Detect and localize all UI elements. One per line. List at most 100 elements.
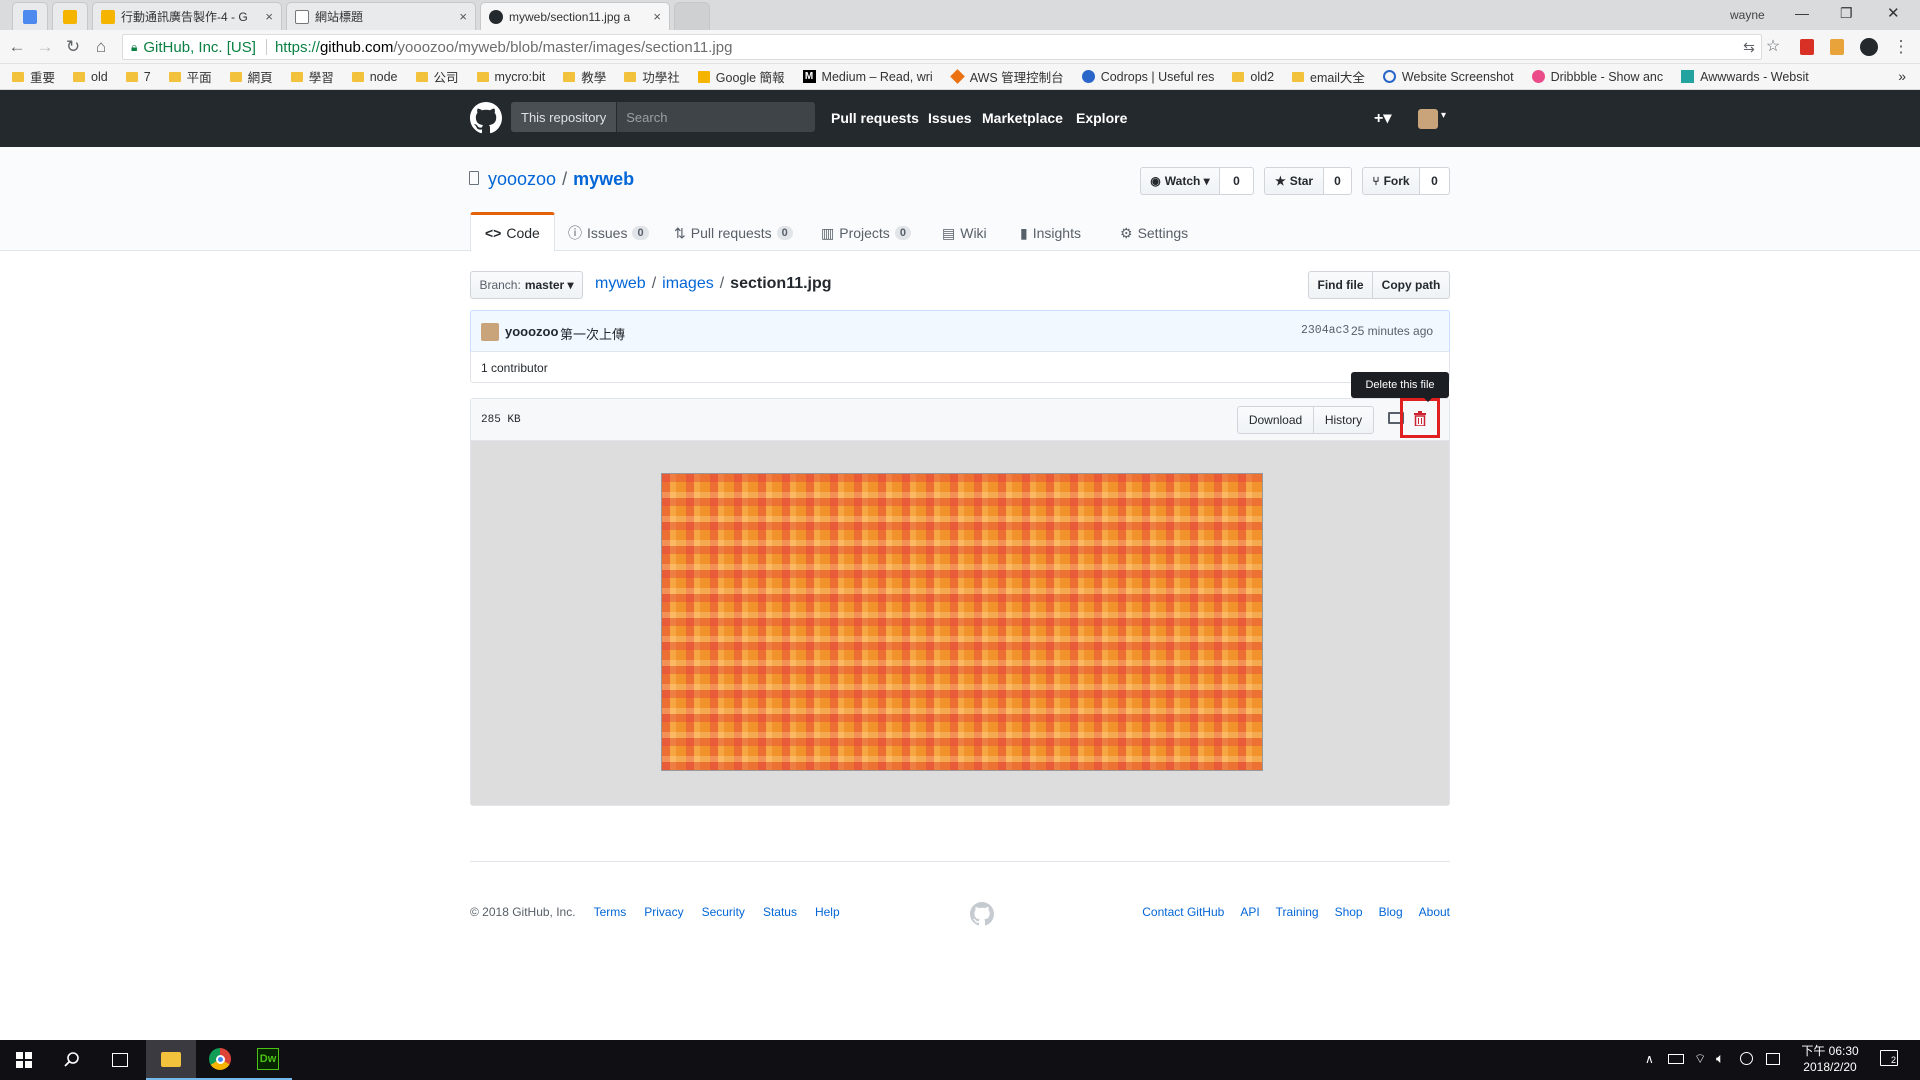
browser-tab-3[interactable]: 行動通訊廣告製作-4 - G ×	[92, 2, 282, 30]
tab-close-icon[interactable]: ×	[653, 9, 661, 24]
tab-close-icon[interactable]: ×	[265, 9, 273, 24]
forward-icon[interactable]: →	[36, 38, 54, 56]
avatar-caret-icon[interactable]: ▾	[1441, 110, 1446, 121]
taskbar-file-explorer[interactable]	[146, 1040, 196, 1080]
footer-link-contact[interactable]: Contact GitHub	[1142, 905, 1224, 919]
secure-badge[interactable]: 🔒︎ GitHub, Inc. [US]	[123, 39, 267, 56]
footer-link-terms[interactable]: Terms	[594, 905, 627, 919]
star-button[interactable]: ★ Star	[1264, 167, 1324, 195]
chrome-user-name[interactable]: wayne	[1730, 8, 1765, 22]
search-button[interactable]	[48, 1040, 96, 1080]
footer-link-api[interactable]: API	[1240, 905, 1259, 919]
taskbar-dreamweaver[interactable]: Dw	[244, 1040, 292, 1080]
browser-tab-1[interactable]	[12, 2, 48, 30]
bookmark-item[interactable]: Dribbble - Show anc	[1531, 70, 1663, 84]
chrome-menu-icon[interactable]: ⋮	[1892, 38, 1910, 56]
branch-select-menu[interactable]: Branch: master ▾	[470, 271, 583, 299]
extension-flag-icon[interactable]	[1830, 39, 1844, 55]
tab-projects[interactable]: ▥ Projects 0	[821, 215, 911, 251]
avatar[interactable]	[1418, 109, 1438, 129]
home-icon[interactable]: ⌂	[92, 38, 110, 56]
bookmark-star-icon[interactable]: ☆	[1764, 38, 1782, 56]
download-button[interactable]: Download	[1237, 406, 1314, 434]
commit-author[interactable]: yooozoo	[505, 324, 558, 339]
bookmark-item[interactable]: Website Screenshot	[1382, 70, 1514, 84]
wifi-icon[interactable]: ⌔	[1694, 1051, 1706, 1067]
footer-link-training[interactable]: Training	[1276, 905, 1319, 919]
bookmark-item[interactable]: 網頁	[229, 67, 273, 86]
browser-tab-2[interactable]	[52, 2, 88, 30]
restore-button[interactable]: ❐	[1840, 5, 1853, 22]
bookmark-item[interactable]: M Medium – Read, wri	[802, 70, 933, 84]
watch-count[interactable]: 0	[1220, 167, 1254, 195]
watch-button[interactable]: ◉ Watch ▾	[1140, 167, 1220, 195]
volume-icon[interactable]: 🔈︎	[1716, 1050, 1724, 1067]
nav-issues[interactable]: Issues	[928, 110, 972, 126]
keyboard-icon[interactable]	[1766, 1053, 1780, 1065]
bookmark-item[interactable]: old	[73, 70, 108, 84]
bookmark-item[interactable]: 7	[125, 70, 151, 84]
nav-explore[interactable]: Explore	[1076, 110, 1127, 126]
battery-icon[interactable]	[1668, 1054, 1684, 1064]
translate-icon[interactable]: ⇆	[1740, 38, 1758, 56]
tab-close-icon[interactable]: ×	[459, 9, 467, 24]
bookmark-item[interactable]: node	[351, 70, 398, 84]
browser-tab-active[interactable]: myweb/section11.jpg a ×	[480, 2, 670, 30]
task-view-button[interactable]	[96, 1040, 144, 1080]
tab-pull-requests[interactable]: ⇅ Pull requests 0	[674, 215, 793, 251]
back-icon[interactable]: ←	[8, 38, 26, 56]
start-button[interactable]	[0, 1040, 48, 1080]
bookmark-item[interactable]: AWS 管理控制台	[949, 67, 1064, 86]
history-button[interactable]: History	[1313, 406, 1374, 434]
address-bar[interactable]: 🔒︎ GitHub, Inc. [US] https://github.com/…	[122, 34, 1762, 60]
browser-tab-4[interactable]: 網站標題 ×	[286, 2, 476, 30]
github-extension-icon[interactable]	[1860, 38, 1878, 56]
bookmark-item[interactable]: old2	[1232, 70, 1274, 84]
footer-link-security[interactable]: Security	[702, 905, 745, 919]
bookmark-item[interactable]: 平面	[168, 67, 212, 86]
taskbar-chrome[interactable]	[196, 1040, 244, 1080]
footer-link-help[interactable]: Help	[815, 905, 840, 919]
bookmark-item[interactable]: 公司	[415, 67, 459, 86]
commit-message[interactable]: 第一次上傳	[560, 324, 625, 343]
create-new-dropdown[interactable]: +▾	[1374, 108, 1391, 128]
footer-link-status[interactable]: Status	[763, 905, 797, 919]
repo-search[interactable]: This repository Search	[511, 102, 815, 132]
repo-owner-link[interactable]: yooozoo	[488, 169, 556, 190]
url-text[interactable]: https://github.com/yooozoo/myweb/blob/ma…	[267, 39, 732, 56]
action-center-icon[interactable]: 2	[1880, 1050, 1898, 1066]
bookmark-item[interactable]: 功學社	[624, 67, 680, 86]
tab-insights[interactable]: ▮ Insights	[1020, 215, 1081, 251]
author-avatar[interactable]	[481, 323, 499, 341]
bookmark-item[interactable]: Google 簡報	[697, 67, 785, 86]
nav-pull-requests[interactable]: Pull requests	[831, 110, 919, 126]
fork-button[interactable]: ⑂ Fork	[1362, 167, 1420, 195]
commit-sha[interactable]: 2304ac3	[1301, 324, 1349, 337]
breadcrumb-repo-link[interactable]: myweb	[595, 275, 646, 293]
bookmark-item[interactable]: mycro:bit	[476, 70, 545, 84]
antivirus-icon[interactable]	[1740, 1052, 1753, 1065]
footer-link-blog[interactable]: Blog	[1379, 905, 1403, 919]
close-window-button[interactable]: ✕	[1887, 4, 1900, 22]
tab-settings[interactable]: ⚙ Settings	[1120, 215, 1188, 251]
bookmark-item[interactable]: 重要	[12, 67, 55, 86]
footer-link-about[interactable]: About	[1419, 905, 1450, 919]
bookmark-item[interactable]: Awwwards - Websit	[1681, 70, 1809, 84]
find-file-button[interactable]: Find file	[1308, 271, 1373, 299]
new-tab-button[interactable]	[674, 2, 710, 30]
tab-code[interactable]: <> Code	[470, 212, 555, 252]
show-hidden-icons[interactable]: ∧	[1645, 1052, 1654, 1066]
footer-link-shop[interactable]: Shop	[1335, 905, 1363, 919]
bookmark-item[interactable]: email大全	[1292, 67, 1365, 86]
github-footer-logo-icon[interactable]	[970, 902, 994, 926]
bookmark-item[interactable]: Codrops | Useful res	[1081, 70, 1214, 84]
bookmark-item[interactable]: 學習	[290, 67, 334, 86]
taskbar-clock[interactable]: 下午 06:30 2018/2/20	[1795, 1043, 1865, 1075]
bookmark-item[interactable]: 教學	[563, 67, 606, 86]
breadcrumb-dir-link[interactable]: images	[662, 275, 714, 293]
contributor-count[interactable]: 1 contributor	[481, 361, 548, 375]
star-count[interactable]: 0	[1324, 167, 1352, 195]
search-input[interactable]: Search	[617, 110, 667, 125]
copy-path-button[interactable]: Copy path	[1372, 271, 1450, 299]
more-bookmarks-icon[interactable]: »	[1898, 68, 1906, 84]
